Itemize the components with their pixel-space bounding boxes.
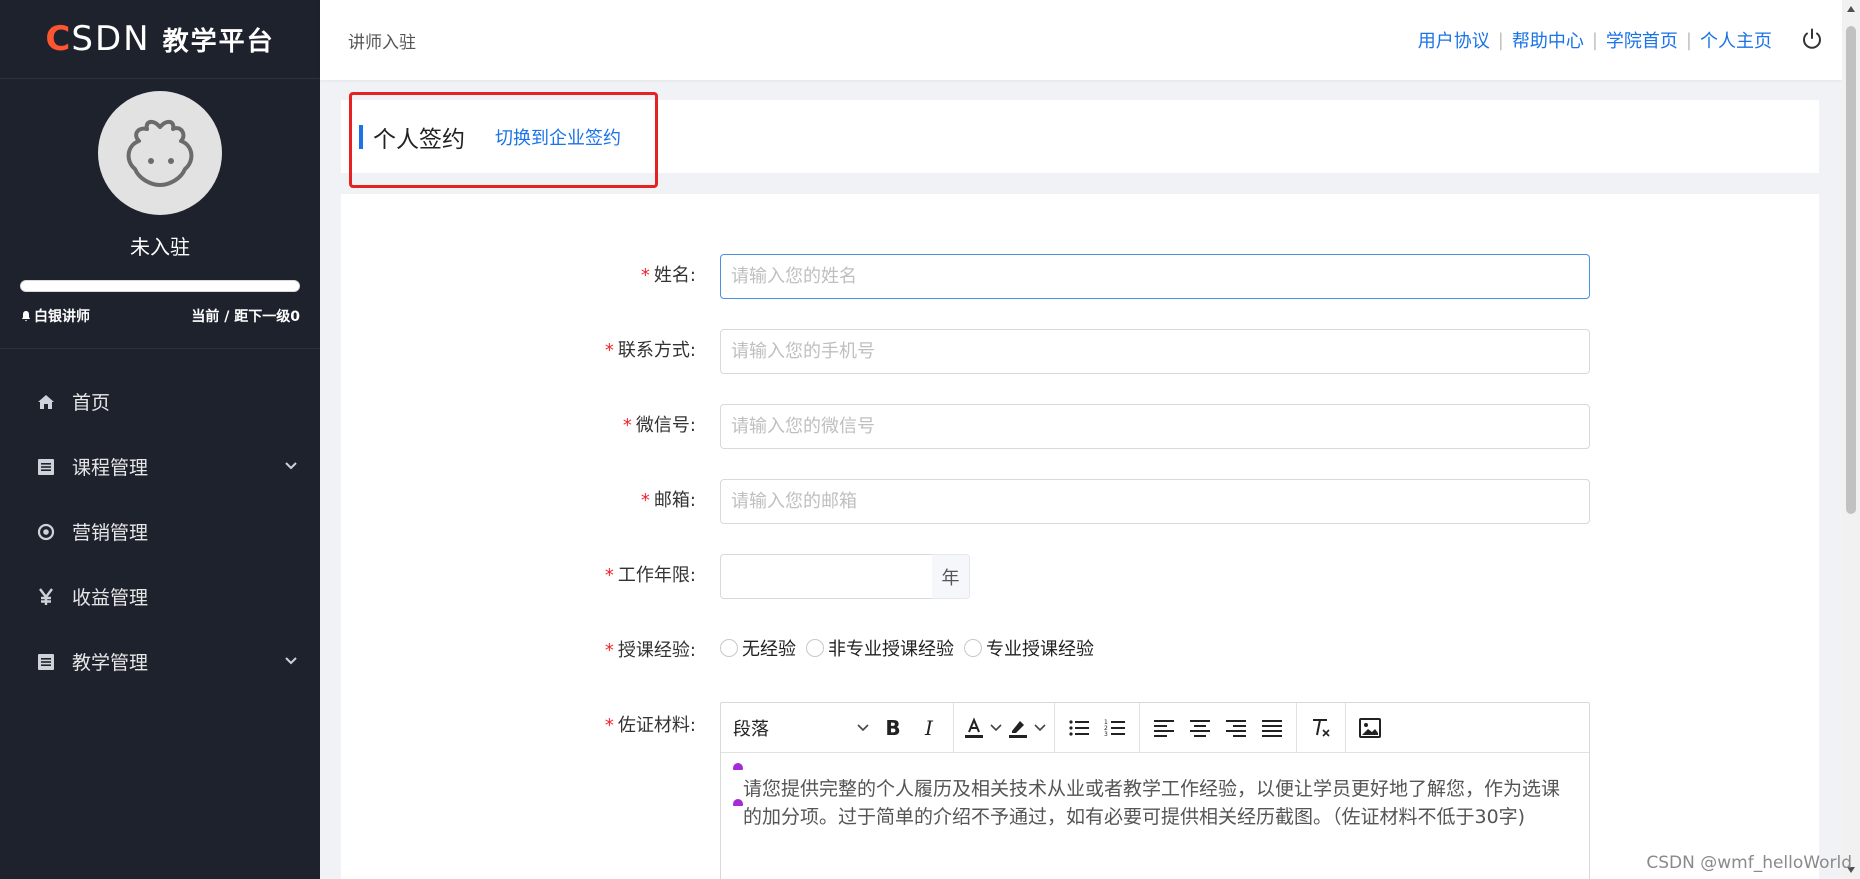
platform-title: 教学平台	[162, 26, 275, 57]
align-justify-icon[interactable]	[1254, 710, 1290, 746]
chevron-down-icon[interactable]	[988, 710, 1004, 746]
sidebar-item-label: 教学管理	[72, 652, 149, 674]
chevron-down-icon[interactable]	[1032, 710, 1048, 746]
signup-form: *姓名: *联系方式: *微信号: *邮箱: *工作年限: 年 *授课经验: 无…	[341, 194, 1819, 879]
sidebar: C SDN 教学平台 未入驻 白银讲师 当前 / 距下一级0 首页 课程管理 营…	[0, 0, 320, 879]
italic-icon[interactable]: I	[911, 710, 947, 746]
page-title: 讲师入驻	[348, 32, 416, 53]
avatar[interactable]	[98, 91, 222, 215]
cursor-marker-icon	[733, 763, 743, 770]
name-input[interactable]	[720, 254, 1590, 299]
help-center-link[interactable]: 帮助中心	[1512, 27, 1584, 53]
logo-c: C	[45, 19, 72, 59]
email-input[interactable]	[720, 479, 1590, 524]
materials-guidance-text: 请您提供完整的个人履历及相关技术从业或者教学工作经验，以便让学员更好地了解您，作…	[743, 778, 1561, 828]
home-icon	[36, 392, 56, 412]
level-progress-bar	[20, 280, 300, 292]
annotation-highlight-box	[349, 92, 658, 188]
align-center-icon[interactable]	[1182, 710, 1218, 746]
target-icon	[36, 522, 56, 542]
highlight-color-icon[interactable]	[1004, 710, 1032, 746]
contact-label: * 联系方式:	[604, 340, 696, 361]
level-progress-fill	[21, 281, 299, 291]
academy-home-link[interactable]: 学院首页	[1606, 27, 1678, 53]
align-right-icon[interactable]	[1218, 710, 1254, 746]
wechat-label: * 微信号:	[622, 415, 696, 436]
cursor-marker-icon	[733, 799, 743, 806]
sidebar-item-marketing-management[interactable]: 营销管理	[0, 499, 320, 564]
sidebar-item-teaching-management[interactable]: 教学管理	[0, 629, 320, 694]
bullet-list-icon[interactable]	[1061, 710, 1097, 746]
sidebar-item-label: 营销管理	[72, 522, 149, 544]
name-label: * 姓名:	[640, 265, 696, 286]
user-agreement-link[interactable]: 用户协议	[1418, 27, 1490, 53]
wechat-input[interactable]	[720, 404, 1590, 449]
clear-format-icon[interactable]	[1303, 710, 1339, 746]
power-icon[interactable]	[1800, 27, 1824, 51]
work-years-label: * 工作年限:	[604, 565, 696, 586]
personal-home-link[interactable]: 个人主页	[1700, 27, 1772, 53]
scroll-up-arrow-icon[interactable]	[1847, 6, 1855, 12]
teaching-experience-label: * 授课经验:	[604, 640, 696, 661]
teacher-level: 白银讲师	[34, 309, 90, 325]
list-icon	[36, 457, 56, 477]
editor-toolbar: 段落 B I 1 2 3	[721, 702, 1589, 753]
years-unit-suffix: 年	[932, 554, 970, 599]
materials-rich-editor[interactable]: 段落 B I 1 2 3 请您提供完整的个人履历及相关技术从业或者教学工作经验，…	[720, 702, 1590, 879]
chevron-down-icon	[284, 654, 298, 670]
chevron-down-icon	[284, 459, 298, 475]
sidebar-item-home[interactable]: 首页	[0, 369, 320, 434]
scrollbar-thumb[interactable]	[1846, 26, 1856, 514]
top-header: 讲师入驻 用户协议 | 帮助中心 | 学院首页 | 个人主页	[320, 0, 1842, 80]
sidebar-item-revenue-management[interactable]: 收益管理	[0, 564, 320, 629]
user-name: 未入驻	[130, 235, 190, 259]
svg-text:3: 3	[1104, 731, 1108, 738]
radio-non-professional[interactable]: 非专业授课经验	[806, 635, 954, 661]
paragraph-format-select[interactable]: 段落	[727, 710, 875, 746]
radio-professional[interactable]: 专业授课经验	[964, 635, 1094, 661]
sidebar-menu: 首页 课程管理 营销管理 收益管理 教学管理	[0, 369, 320, 694]
sidebar-item-course-management[interactable]: 课程管理	[0, 434, 320, 499]
sidebar-item-label: 收益管理	[72, 587, 149, 609]
work-years-input[interactable]	[720, 554, 933, 599]
brand-logo[interactable]: C SDN 教学平台	[0, 0, 320, 79]
bold-icon[interactable]: B	[875, 710, 911, 746]
font-color-icon[interactable]	[960, 710, 988, 746]
bell-icon	[22, 311, 30, 322]
materials-label: * 佐证材料:	[604, 715, 696, 736]
radio-no-experience[interactable]: 无经验	[720, 635, 796, 661]
editor-content[interactable]: 请您提供完整的个人履历及相关技术从业或者教学工作经验，以便让学员更好地了解您，作…	[721, 753, 1589, 831]
header-links: 用户协议 | 帮助中心 | 学院首页 | 个人主页	[1418, 0, 1772, 80]
level-info: 当前 / 距下一级0	[191, 309, 300, 325]
align-left-icon[interactable]	[1146, 710, 1182, 746]
default-avatar-icon	[126, 120, 194, 187]
phone-input[interactable]	[720, 329, 1590, 374]
email-label: * 邮箱:	[640, 490, 696, 511]
logo-sdn: SDN	[71, 19, 151, 59]
numbered-list-icon[interactable]: 123	[1097, 710, 1133, 746]
teaching-experience-radio-group: 无经验 非专业授课经验 专业授课经验	[720, 635, 1104, 661]
watermark: CSDN @wmf_helloWorld	[1646, 853, 1852, 873]
yen-icon	[36, 587, 56, 607]
list-icon	[36, 652, 56, 672]
sidebar-item-label: 课程管理	[72, 457, 149, 479]
sidebar-item-label: 首页	[72, 392, 111, 414]
image-icon[interactable]	[1352, 710, 1388, 746]
page-scrollbar[interactable]	[1842, 0, 1860, 879]
